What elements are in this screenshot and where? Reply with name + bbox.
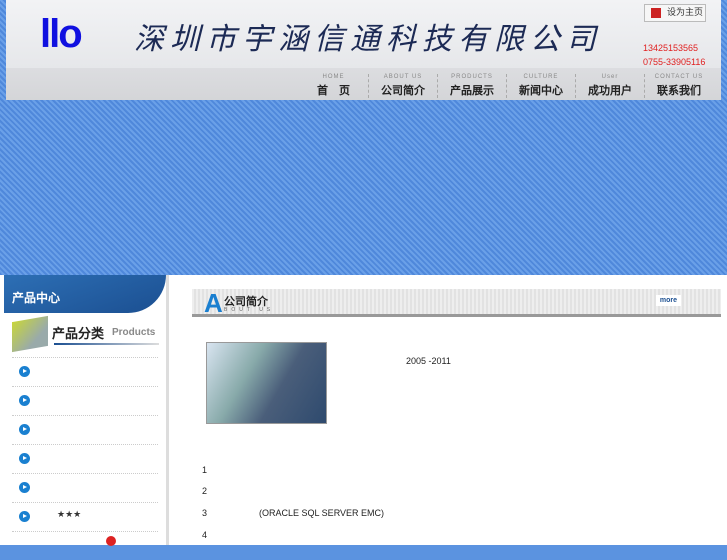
nav-home[interactable]: HOME 首 页 (299, 74, 368, 98)
business-photo (206, 342, 327, 424)
sidebar: 产品中心 产品分类 Products ★★★ (4, 275, 169, 546)
main-nav: HOME 首 页 ABOUT US 公司简介 PRODUCTS 产品展示 CULTUR… (299, 74, 713, 98)
nav-cn: 成功用户 (588, 84, 632, 97)
category-item[interactable] (12, 386, 158, 415)
list-number: 3 (202, 508, 208, 518)
category-item[interactable]: ★★★ (12, 502, 158, 531)
list-number: 1 (202, 465, 208, 475)
nav-cn: 新闻中心 (519, 84, 563, 97)
category-item[interactable] (12, 473, 158, 502)
category-subtitle: Products (112, 327, 156, 338)
set-homepage-label: 设为主页 (667, 8, 704, 18)
nav-products[interactable]: PRODUCTS 产品展示 (437, 74, 506, 98)
about-section: A 公司简介 BOUT US more 2005 -2011 1 2 3 4 (… (192, 289, 721, 540)
arrow-circle-icon (19, 482, 30, 493)
item-label: ★★★ (57, 510, 82, 520)
sidebar-title: 产品中心 (4, 275, 166, 313)
home-icon (651, 8, 661, 18)
category-item[interactable] (12, 444, 158, 473)
nav-news[interactable]: CULTURE 新闻中心 (506, 74, 575, 98)
logo: llo (40, 12, 83, 56)
nav-en: CULTURE (523, 74, 559, 80)
nav-users[interactable]: User 成功用户 (575, 74, 644, 98)
list-number: 2 (202, 486, 208, 496)
arrow-circle-icon (19, 511, 30, 522)
category-item[interactable] (12, 357, 158, 386)
arrow-circle-icon (19, 453, 30, 464)
about-subtitle: BOUT US (224, 307, 275, 313)
phone-landline: 0755-33905116 (643, 57, 706, 67)
main-area: 产品中心 产品分类 Products ★★★ A 公司简介 BOUT US mo… (0, 275, 727, 546)
nav-en: User (601, 74, 619, 80)
arrow-circle-icon (19, 424, 30, 435)
cubes-icon (12, 315, 48, 353)
nav-en: HOME (322, 74, 345, 80)
nav-cn: 公司简介 (381, 84, 425, 97)
set-homepage-button[interactable]: 设为主页 (644, 4, 706, 22)
years-text: 2005 -2011 (406, 356, 451, 366)
nav-en: PRODUCTS (451, 74, 493, 80)
nav-cn: 首 页 (317, 84, 350, 97)
category-header: 产品分类 Products (4, 313, 166, 357)
header: llo 深圳市宇涵信通科技有限公司 设为主页 13425153565 0755-… (6, 0, 721, 100)
nav-cn: 联系我们 (657, 84, 701, 97)
more-link[interactable]: more (655, 295, 681, 306)
divider (54, 343, 159, 345)
products-text: (ORACLE SQL SERVER EMC) (259, 508, 385, 518)
company-name: 深圳市宇涵信通科技有限公司 (134, 22, 602, 57)
nav-about[interactable]: ABOUT US 公司简介 (368, 74, 437, 98)
category-item[interactable] (12, 415, 158, 444)
nav-cn: 产品展示 (450, 84, 494, 97)
arrow-circle-icon (19, 366, 30, 377)
category-title: 产品分类 (52, 327, 105, 342)
nav-contact[interactable]: CONTACT US 联系我们 (644, 74, 713, 98)
list-number: 4 (202, 530, 208, 540)
arrow-circle-icon (19, 395, 30, 406)
about-header: A 公司简介 BOUT US more (192, 289, 721, 317)
nav-en: CONTACT US (654, 74, 704, 80)
phone-mobile: 13425153565 (643, 43, 699, 53)
nav-en: ABOUT US (383, 74, 423, 80)
category-item[interactable] (12, 531, 158, 560)
about-letter: A (204, 288, 223, 318)
